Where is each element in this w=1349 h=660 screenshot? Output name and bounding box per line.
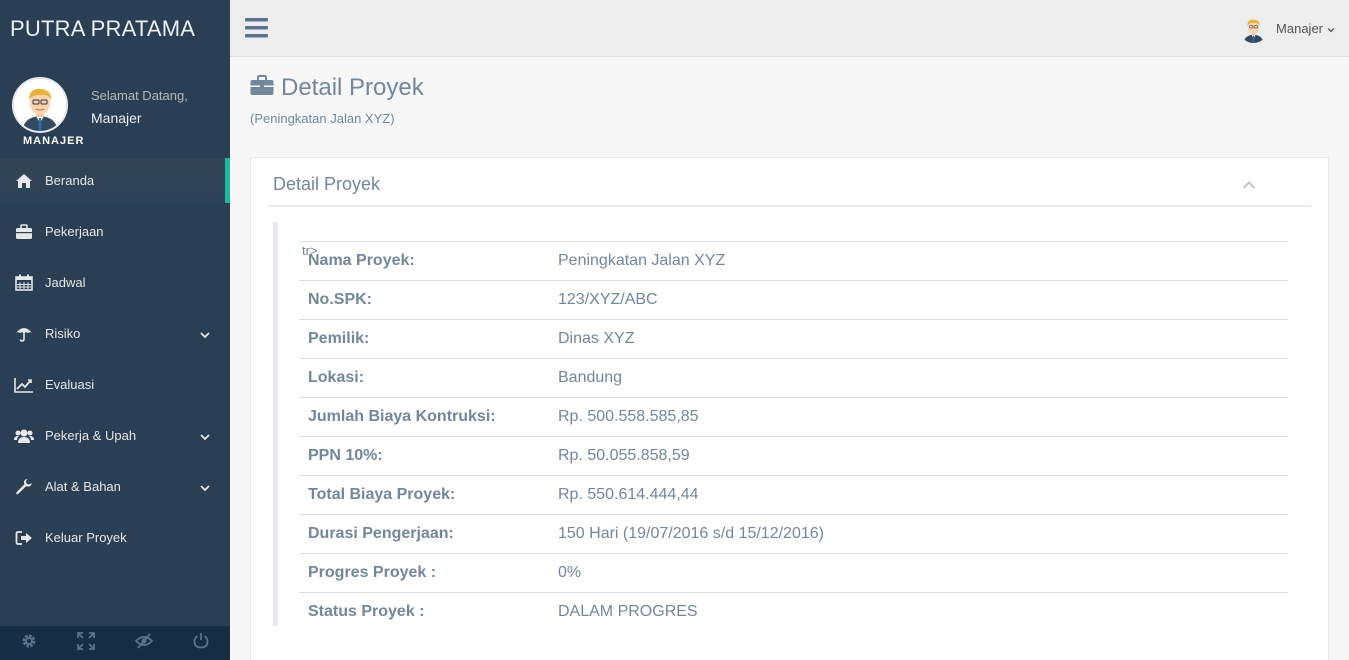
row-label: Durasi Pengerjaan: <box>299 514 549 554</box>
briefcase-icon <box>14 223 34 241</box>
table-row: Status Proyek : DALAM PROGRES <box>299 592 1288 632</box>
row-value: Bandung <box>549 358 1288 398</box>
eye-slash-icon <box>134 632 154 654</box>
page-subtitle: (Peningkatan Jalan XYZ) <box>250 111 395 126</box>
table-row: Nama Proyek: Peningkatan Jalan XYZ <box>299 241 1288 281</box>
table-row: Jumlah Biaya Kontruksi: Rp. 500.558.585,8… <box>299 397 1288 437</box>
sidebar-item-alat-bahan[interactable]: Alat & Bahan <box>0 464 230 509</box>
sidebar: PUTRA PRATAMA MANAJER Selamat Datang, Ma… <box>0 0 230 660</box>
row-value: Rp. 50.055.858,59 <box>549 436 1288 476</box>
detail-table-container: tr> Nama Proyek: Peningkatan Jalan XYZ No.… <box>273 222 1288 632</box>
sidebar-footer <box>0 626 230 660</box>
sidebar-item-label: Jadwal <box>45 275 86 290</box>
role-tag: MANAJER <box>23 135 85 147</box>
brand-title[interactable]: PUTRA PRATAMA <box>0 0 230 57</box>
row-label: Pemilik: <box>299 319 549 359</box>
page-title: Detail Proyek <box>250 74 424 102</box>
panel-header: Detail Proyek <box>268 158 1311 207</box>
home-icon <box>14 172 34 190</box>
line-chart-icon <box>14 376 34 394</box>
briefcase-icon <box>250 75 274 101</box>
profile-name: Manajer <box>91 110 142 126</box>
user-name: Manajer <box>1276 21 1323 36</box>
row-value: Rp. 500.558.585,85 <box>549 397 1288 437</box>
sidebar-item-jadwal[interactable]: Jadwal <box>0 260 230 305</box>
logout-button[interactable] <box>173 626 231 660</box>
welcome-text: Selamat Datang, <box>91 88 188 103</box>
table-row: Progres Proyek :0% <box>299 553 1288 593</box>
detail-panel: Detail Proyek tr> Nama Proyek: Peningkata… <box>250 157 1329 660</box>
sidebar-item-pekerjaan[interactable]: Pekerjaan <box>0 209 230 254</box>
sidebar-item-pekerja-upah[interactable]: Pekerja & Upah <box>0 413 230 458</box>
table-row: No.SPK: 123/XYZ/ABC <box>299 280 1288 320</box>
wrench-icon <box>14 478 34 496</box>
detail-table: Nama Proyek: Peningkatan Jalan XYZ No.SPK:… <box>299 241 1288 632</box>
table-row: PPN 10%: Rp. 50.055.858,59 <box>299 436 1288 476</box>
row-value: Dinas XYZ <box>549 319 1288 359</box>
chevron-down-icon <box>200 429 210 444</box>
panel-title: Detail Proyek <box>273 174 381 194</box>
page-title-text: Detail Proyek <box>281 74 424 101</box>
row-value: Rp. 550.614.444,44 <box>549 475 1288 515</box>
settings-button[interactable] <box>0 626 58 660</box>
chevron-down-icon <box>200 327 210 342</box>
users-icon <box>14 427 34 445</box>
settings-icon <box>21 633 37 654</box>
menu-toggle-icon[interactable] <box>245 17 268 38</box>
sidebar-item-label: Pekerjaan <box>45 224 104 239</box>
calendar-icon <box>14 274 34 292</box>
avatar <box>12 77 68 133</box>
row-label: Total Biaya Proyek: <box>299 475 549 515</box>
sidebar-item-evaluasi[interactable]: Evaluasi <box>0 362 230 407</box>
sidebar-item-label: Pekerja & Upah <box>45 428 137 443</box>
sidebar-item-risiko[interactable]: Risiko <box>0 311 230 356</box>
sidebar-item-label: Beranda <box>45 173 95 188</box>
table-row: Lokasi: Bandung <box>299 358 1288 398</box>
row-label: Nama Proyek: <box>299 241 549 281</box>
profile-block: MANAJER Selamat Datang, Manajer <box>0 57 230 157</box>
row-value: 123/XYZ/ABC <box>549 280 1288 320</box>
sidebar-item-keluar-proyek[interactable]: Keluar Proyek <box>0 515 230 560</box>
sidebar-item-label: Risiko <box>45 326 81 341</box>
row-value: DALAM PROGRES <box>549 592 1288 632</box>
table-row: Pemilik: Dinas XYZ <box>299 319 1288 359</box>
row-label: Lokasi: <box>299 358 549 398</box>
lock-button[interactable] <box>115 626 173 660</box>
fullscreen-button[interactable] <box>58 626 116 660</box>
sidebar-item-beranda[interactable]: Beranda <box>0 158 230 203</box>
chevron-down-icon <box>200 480 210 495</box>
table-row: Total Biaya Proyek: Rp. 550.614.444,44 <box>299 475 1288 515</box>
top-navbar: Manajer <box>230 0 1349 57</box>
sidebar-item-label: Alat & Bahan <box>45 479 121 494</box>
sign-out-icon <box>14 529 34 547</box>
row-label: Progres Proyek : <box>299 553 549 593</box>
power-icon <box>193 632 209 654</box>
table-row: Durasi Pengerjaan: 150 Hari (19/07/2016 s… <box>299 514 1288 554</box>
row-label: PPN 10%: <box>299 436 549 476</box>
user-dropdown[interactable]: Manajer <box>1239 14 1335 43</box>
sidebar-item-label: Evaluasi <box>45 377 95 392</box>
fullscreen-icon <box>77 631 96 655</box>
sidebar-menu: Beranda Pekerjaan Jadwal Risiko Evaluasi… <box>0 158 230 566</box>
collapse-chevron-up-icon[interactable] <box>1242 177 1256 195</box>
sidebar-item-label: Keluar Proyek <box>45 530 127 545</box>
row-label: Status Proyek : <box>299 592 549 632</box>
umbrella-icon <box>14 325 34 343</box>
row-value: Peningkatan Jalan XYZ <box>549 241 1288 281</box>
row-label: Jumlah Biaya Kontruksi: <box>299 397 549 437</box>
row-value: 150 Hari (19/07/2016 s/d 15/12/2016) <box>549 514 1288 554</box>
avatar <box>1239 14 1269 43</box>
chevron-down-icon <box>1327 20 1335 38</box>
row-value: 0% <box>549 553 1288 593</box>
row-label: No.SPK: <box>299 280 549 320</box>
